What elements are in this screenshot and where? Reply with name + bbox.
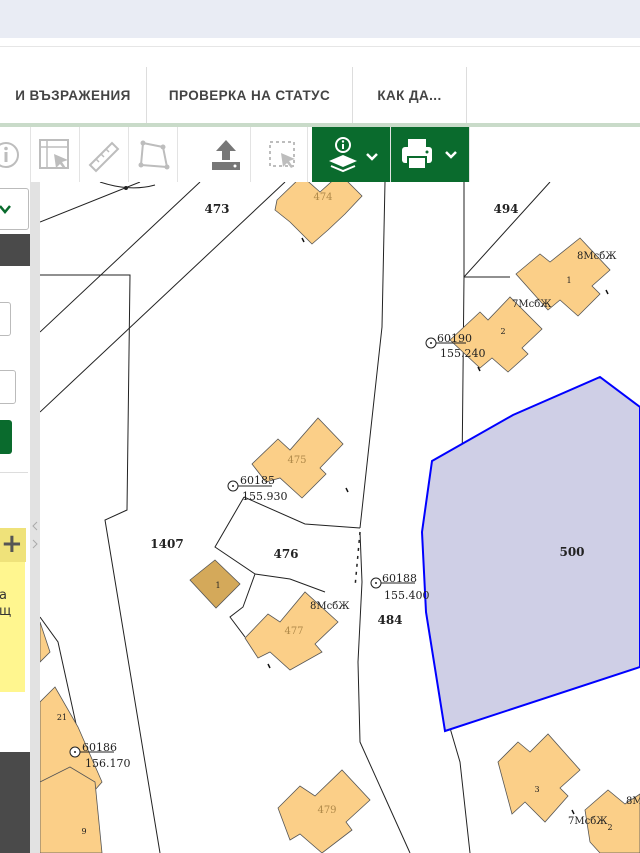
survey-point-60188[interactable]: 60188 155.400	[370, 572, 430, 602]
select-area-icon	[269, 140, 295, 168]
building-label-2b: 2	[607, 823, 612, 832]
panel-input-1[interactable]	[0, 302, 11, 336]
chevron-down-icon	[0, 205, 11, 214]
building-label-3: 3	[534, 785, 539, 794]
panel-input-2[interactable]	[0, 370, 16, 404]
main-nav: И ВЪЗРАЖЕНИЯ ПРОВЕРКА НА СТАТУС КАК ДА..…	[0, 67, 640, 123]
point-elevation: 155.400	[384, 589, 430, 602]
map-canvas[interactable]: 473 494 1407 476 484 500 474 475 477 479…	[40, 182, 640, 853]
building-label-1407-house: 1	[215, 581, 220, 590]
building-code-2: 7МсбЖ	[512, 299, 552, 310]
map-toolbar	[0, 127, 640, 182]
upload-icon	[212, 139, 240, 170]
tab-status-check[interactable]: ПРОВЕРКА НА СТАТУС	[147, 67, 353, 123]
select-feature-icon	[39, 138, 69, 169]
layer-info-dropdown[interactable]	[312, 127, 391, 182]
add-button[interactable]: +	[0, 528, 26, 562]
point-id: 60188	[382, 572, 417, 585]
building-label-21: 21	[57, 713, 67, 722]
info-icon	[0, 141, 19, 168]
panel-note-box: + а щ	[0, 528, 26, 692]
polygon-measure-button[interactable]	[129, 127, 178, 182]
point-id: 60190	[437, 332, 472, 345]
collapse-arrows-icon	[32, 521, 38, 549]
panel-dropdown[interactable]	[0, 188, 29, 230]
panel-note-line-1: а	[0, 588, 7, 603]
panel-green-button[interactable]	[0, 420, 12, 454]
building-code-1: 8МсбЖ	[577, 251, 617, 262]
panel-footer-bar	[0, 752, 30, 853]
upload-button[interactable]	[202, 127, 251, 182]
ruler-icon	[88, 141, 120, 172]
panel-splitter[interactable]	[30, 182, 40, 853]
parcel-494: 494	[493, 202, 518, 216]
point-elevation: 155.930	[242, 490, 288, 503]
info-button[interactable]	[0, 127, 31, 182]
browser-top-bar	[0, 0, 640, 38]
building-label-474: 474	[313, 192, 332, 203]
layer-info-dropdown-icon	[329, 136, 378, 172]
building-label-1: 1	[566, 276, 571, 285]
parcel-484: 484	[377, 613, 402, 627]
tab-objections[interactable]: И ВЪЗРАЖЕНИЯ	[0, 67, 147, 123]
select-area-button[interactable]	[259, 127, 308, 182]
select-feature-button[interactable]	[31, 127, 80, 182]
print-dropdown-icon	[402, 138, 457, 170]
point-elevation: 156.170	[85, 757, 131, 770]
polygon-measure-icon	[138, 140, 170, 169]
building-label-2: 2	[500, 327, 505, 336]
parcel-500: 500	[559, 545, 584, 559]
selected-parcel-500[interactable]	[420, 375, 640, 733]
building-label-477: 477	[284, 626, 303, 637]
ruler-button[interactable]	[80, 127, 129, 182]
panel-note-line-2: щ	[0, 604, 12, 619]
panel-divider	[0, 472, 28, 473]
point-elevation: 155.240	[440, 347, 486, 360]
building-code-5: 8М	[626, 796, 640, 807]
building-code-3: 8МсбЖ	[310, 601, 350, 612]
building-label-479: 479	[317, 805, 336, 816]
building-code-4: 7МсбЖ	[568, 816, 608, 827]
print-dropdown[interactable]	[391, 127, 470, 182]
side-panel: + а щ	[0, 182, 30, 853]
building-label-475: 475	[287, 455, 306, 466]
tab-how-to[interactable]: КАК ДА...	[353, 67, 467, 123]
point-id: 60185	[240, 474, 275, 487]
header-sub-bar	[0, 38, 640, 68]
parcel-1407: 1407	[150, 537, 183, 551]
parcel-476: 476	[273, 547, 298, 561]
point-id: 60186	[82, 741, 117, 754]
parcel-473: 473	[204, 202, 229, 216]
building-block-3[interactable]	[497, 733, 581, 823]
panel-header-bar	[0, 234, 30, 266]
building-label-9: 9	[81, 827, 86, 836]
